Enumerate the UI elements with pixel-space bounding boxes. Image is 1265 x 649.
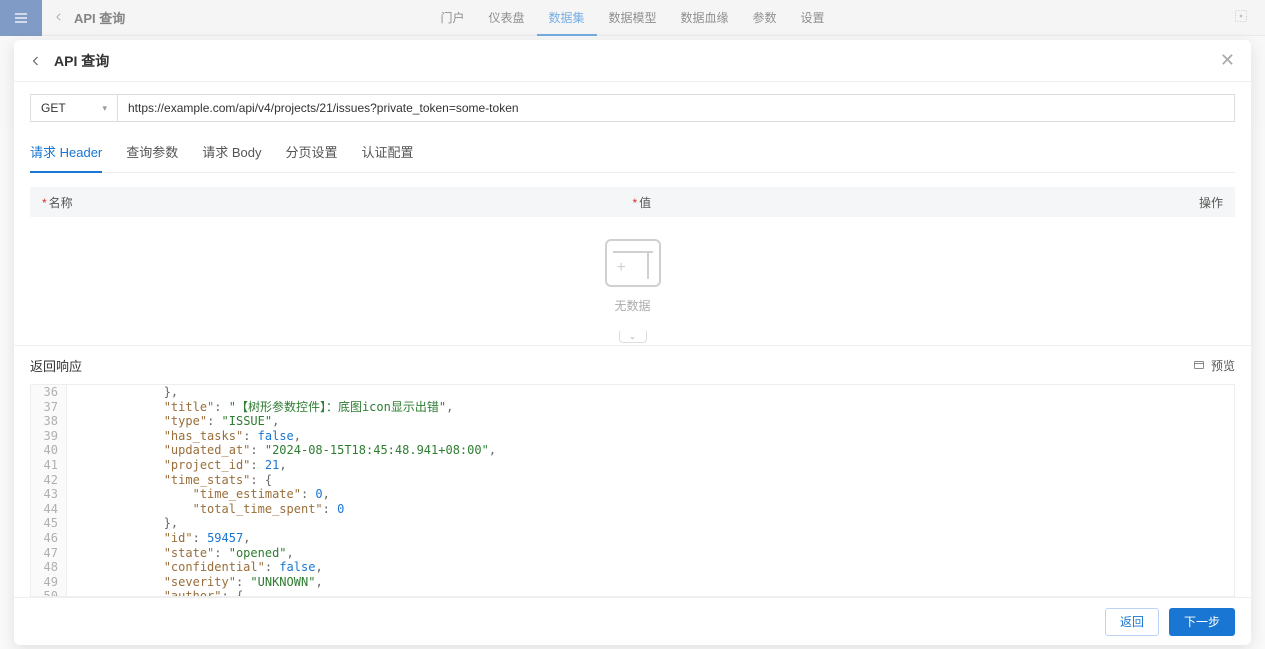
expand-handle[interactable]: ⌄ xyxy=(30,331,1235,345)
snapshot-icon[interactable] xyxy=(1233,8,1249,27)
code-line: 46 "id": 59457, xyxy=(31,531,1234,546)
code-line: 38 "type": "ISSUE", xyxy=(31,414,1234,429)
code-line: 42 "time_stats": { xyxy=(31,473,1234,488)
empty-area: 无数据 xyxy=(30,217,1235,335)
col-value: 值 xyxy=(639,196,651,210)
url-input[interactable] xyxy=(118,94,1235,122)
code-line: 36 }, xyxy=(31,385,1234,400)
response-code[interactable]: 36 },37 "title": "【树形参数控件】：底图icon显示出错",3… xyxy=(30,384,1235,597)
panel-title: API 查询 xyxy=(54,51,109,71)
sub-tab[interactable]: 认证配置 xyxy=(362,136,414,172)
sub-tab[interactable]: 请求 Header xyxy=(30,136,102,173)
code-line: 41 "project_id": 21, xyxy=(31,458,1234,473)
back-button[interactable]: 返回 xyxy=(1105,608,1159,636)
nav-item[interactable]: 数据集 xyxy=(536,0,596,36)
config-tabs: 请求 Header 查询参数请求 Body 分页设置认证配置 xyxy=(30,136,1235,173)
panel-footer: 返回 下一步 xyxy=(14,597,1251,645)
close-icon[interactable]: ✕ xyxy=(1220,50,1235,71)
preview-label: 预览 xyxy=(1211,357,1235,374)
col-actions: 操作 xyxy=(1199,196,1223,210)
code-line: 45 }, xyxy=(31,516,1234,531)
nav-item[interactable]: 参数 xyxy=(741,0,789,36)
empty-icon xyxy=(605,239,661,287)
code-line: 44 "total_time_spent": 0 xyxy=(31,502,1234,517)
response-section: 返回响应 预览 36 },37 "title": "【树形参数控件】：底图ico… xyxy=(14,345,1251,597)
api-query-panel: API 查询 ✕ GET ▾ 请求 Header 查询参数请求 Body 分页设置认… xyxy=(14,40,1251,645)
sub-tab[interactable]: 分页设置 xyxy=(286,136,338,172)
code-line: 49 "severity": "UNKNOWN", xyxy=(31,575,1234,590)
code-line: 43 "time_estimate": 0, xyxy=(31,487,1234,502)
panel-header: API 查询 ✕ xyxy=(14,40,1251,82)
top-nav: 门户仪表盘数据集数据模型数据血缘参数设置 xyxy=(428,0,836,36)
sub-tab[interactable]: 请求 Body xyxy=(202,136,261,172)
col-name: 名称 xyxy=(49,196,73,210)
code-line: 37 "title": "【树形参数控件】：底图icon显示出错", xyxy=(31,400,1234,415)
header-table: *名称 *值 操作 无数据 ⌄ xyxy=(30,187,1235,345)
sub-tab[interactable]: 查询参数 xyxy=(126,136,178,172)
http-method-value: GET xyxy=(41,101,66,115)
code-line: 47 "state": "opened", xyxy=(31,546,1234,561)
hamburger-icon xyxy=(13,10,29,26)
preview-button[interactable]: 预览 xyxy=(1193,357,1235,374)
menu-button[interactable] xyxy=(0,0,42,36)
code-line: 48 "confidential": false, xyxy=(31,560,1234,575)
back-icon[interactable] xyxy=(54,10,64,25)
table-header-row: *名称 *值 操作 xyxy=(30,187,1235,217)
app-header: API 查询 门户仪表盘数据集数据模型数据血缘参数设置 xyxy=(0,0,1265,36)
next-button[interactable]: 下一步 xyxy=(1169,608,1235,636)
chevron-down-icon: ▾ xyxy=(102,103,107,114)
code-line: 40 "updated_at": "2024-08-15T18:45:48.94… xyxy=(31,443,1234,458)
panel-back-button[interactable] xyxy=(30,55,42,67)
preview-icon xyxy=(1193,359,1205,371)
http-method-select[interactable]: GET ▾ xyxy=(30,94,118,122)
response-title: 返回响应 xyxy=(30,356,82,375)
nav-item[interactable]: 设置 xyxy=(789,0,837,36)
code-line: 39 "has_tasks": false, xyxy=(31,429,1234,444)
code-line: 50 "author": { xyxy=(31,589,1234,597)
nav-item[interactable]: 门户 xyxy=(428,0,476,36)
nav-item[interactable]: 数据血缘 xyxy=(669,0,741,36)
nav-item[interactable]: 仪表盘 xyxy=(476,0,536,36)
request-row: GET ▾ xyxy=(30,94,1235,122)
nav-item[interactable]: 数据模型 xyxy=(596,0,668,36)
bg-title: API 查询 xyxy=(74,8,125,27)
empty-label: 无数据 xyxy=(614,297,650,314)
